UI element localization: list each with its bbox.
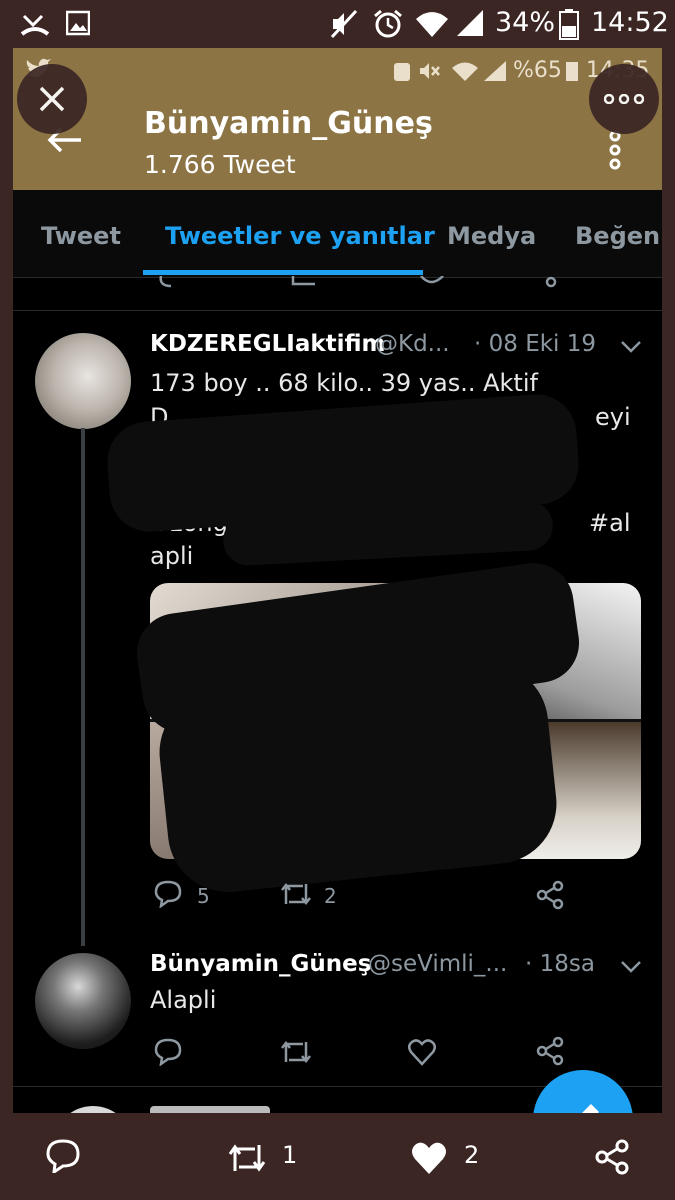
twitter-screenshot: %65 14:35 Bünyamin_Güneş 1.766 Tweet Twe… [13,48,662,1113]
retweet-icon[interactable] [279,880,313,908]
inner-signal-icon [484,61,506,81]
tab-likes[interactable]: Beğenil [575,222,662,250]
tweet-text-line: Alapli [150,986,217,1014]
tweet-author-name[interactable]: KDZEREGLIaktifim [150,331,386,357]
tweet-author-handle[interactable]: @Kd... [375,331,450,357]
profile-header: %65 14:35 Bünyamin_Güneş 1.766 Tweet [13,48,662,190]
tweet-avatar[interactable] [35,333,131,429]
divider [13,310,662,311]
tweet-text-line: 173 boy .. 68 kilo.. 39 yas.. Aktif [150,369,538,397]
share-icon[interactable] [535,1036,565,1066]
reply-icon[interactable] [153,880,183,908]
more-icon [604,94,644,104]
outer-clock: 14:52 [591,7,669,38]
inner-wifi-icon [452,62,478,81]
like-count: 2 [464,1141,480,1169]
reply-count: 5 [197,884,210,908]
tweet-text-line: eyi [595,403,631,431]
outer-status-bar: 34% 14:52 [0,0,675,48]
tweet-avatar[interactable] [35,953,131,1049]
compose-icon [582,1104,599,1113]
inner-mute-icon [420,63,440,79]
retweet-icon[interactable] [279,1038,313,1066]
inner-battery-icon [566,62,578,81]
image-icon [66,10,90,36]
retweet-count: 1 [282,1141,298,1169]
tab-tweet[interactable]: Tweet [41,222,121,250]
bottom-action-bar: 1 2 [0,1113,675,1200]
thread-line [81,428,85,946]
tweet-preview-cut [150,1106,270,1113]
tweet-avatar[interactable] [53,1106,133,1113]
reply-icon[interactable] [45,1139,81,1173]
inner-battery-percent: %65 [513,58,562,83]
tweet-timestamp: · 08 Eki 19 [474,331,597,357]
tab-tweets-and-replies[interactable]: Tweetler ve yanıtlar [165,222,435,250]
compose-tweet-button[interactable] [533,1070,633,1113]
share-icon[interactable] [535,880,565,910]
battery-icon [559,9,579,40]
chevron-down-icon[interactable] [620,340,642,354]
tweet-hashtags[interactable]: #al [589,506,630,540]
profile-tabs: Tweet Tweetler ve yanıtlar Medya Beğenil [13,190,662,278]
wifi-icon [416,12,448,37]
tweet-count: 1.766 Tweet [144,150,296,179]
alarm-icon [374,9,402,38]
profile-name: Bünyamin_Güneş [144,106,433,141]
tweet-text-line: apli [150,542,194,570]
notification-icon [394,63,410,81]
tweet-timestamp: · 18sa [525,951,595,977]
close-icon [39,86,65,112]
chevron-down-icon[interactable] [620,960,642,974]
tab-media[interactable]: Medya [447,222,536,250]
missed-call-icon [20,14,50,36]
close-button[interactable] [17,64,87,134]
reply-icon[interactable] [153,1038,183,1066]
retweet-count: 2 [324,884,337,908]
like-icon[interactable] [407,1038,437,1066]
prev-tweet-actions [159,276,557,288]
tweet-author-handle[interactable]: @seVimli_... [368,951,507,977]
more-options-button[interactable] [589,64,659,134]
signal-icon [457,10,483,36]
active-tab-indicator [143,270,423,275]
redaction-scribble [153,658,563,898]
retweet-icon[interactable] [226,1141,268,1175]
heart-icon[interactable] [410,1141,448,1175]
mute-icon [330,9,358,39]
tweet-author-name[interactable]: Bünyamin_Güneş [150,951,371,977]
share-icon[interactable] [594,1139,630,1175]
profile-more-icon[interactable] [605,130,625,170]
outer-battery-percent: 34% [495,7,556,38]
